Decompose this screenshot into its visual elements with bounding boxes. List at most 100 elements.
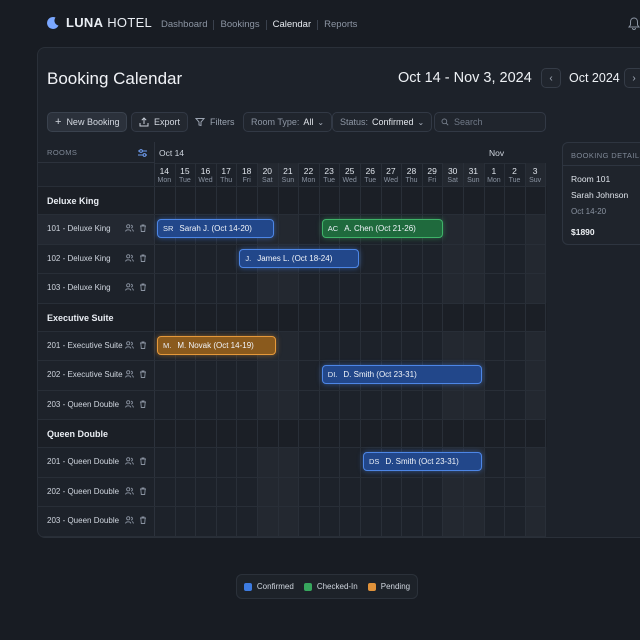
users-icon[interactable] [125,486,134,495]
day-header: 26 Tue [360,166,381,185]
trash-icon[interactable] [139,370,147,378]
room-label[interactable]: 101 - Deluxe King [47,224,111,233]
day-name: Thu [220,177,233,184]
room-label[interactable]: 102 - Deluxe King [47,254,111,263]
day-number: 25 [344,166,355,176]
bell-icon[interactable] [628,17,640,30]
day-header: 22 Mon [298,166,319,185]
trash-icon[interactable] [139,516,147,524]
nav-reports[interactable]: Reports [324,19,357,30]
export-button[interactable]: Export [131,112,189,132]
booking-bar[interactable]: M. M. Novak (Oct 14-19) [157,335,277,355]
status-select[interactable]: Status: Confirmed ⌄ [332,112,433,132]
search-icon [441,118,449,126]
day-number: 18 [241,166,252,176]
plus-icon: + [55,116,62,128]
day-name: Wed [342,177,357,184]
users-icon[interactable] [125,224,134,232]
day-name: Wed [198,177,213,184]
booking-bar[interactable]: AC A. Chen (Oct 21-26) [321,219,444,239]
day-header: 3 Suv [525,166,546,185]
room-label[interactable]: 201 - Executive Suite [47,341,123,350]
nav-divider [213,19,215,30]
users-icon[interactable] [125,283,134,291]
trash-icon[interactable] [139,400,147,408]
booking-bar[interactable]: DI. D. Smith (Oct 23-31) [321,365,483,385]
booking-bar[interactable]: J. James L. (Oct 18-24) [239,248,359,268]
trash-icon[interactable] [139,254,147,262]
room-actions [125,457,147,465]
weekend-column [442,163,463,537]
booking-label: M. Novak (Oct 14-19) [177,340,254,350]
day-name: Fri [428,177,437,184]
users-icon[interactable] [125,399,134,408]
room-type-select[interactable]: Room Type: All ⌄ [243,112,333,132]
booking-bar[interactable]: DS D. Smith (Oct 23-31) [363,452,483,472]
day-number: 20 [262,166,273,176]
users-icon[interactable] [125,516,134,524]
row-divider [38,419,546,420]
day-gridline [463,163,464,537]
trash-icon[interactable] [139,283,147,291]
room-label[interactable]: 203 - Queen Double [47,516,119,525]
grid-header-divider [154,163,546,164]
booking-label: James L. (Oct 18-24) [257,253,333,263]
day-name: Suv [529,177,542,184]
day-name: Sun [281,177,295,184]
room-type-label: Room Type: [251,117,300,127]
users-icon[interactable] [125,457,134,465]
nav-dashboard[interactable]: Dashboard [161,19,207,30]
row-divider [38,535,546,537]
trash-icon[interactable] [139,224,147,232]
room-label[interactable]: 203 - Queen Double [47,400,119,409]
guest-initials: AC [327,224,339,234]
month-label-nov: Nov [489,147,505,158]
prev-month-button[interactable]: ‹ [541,68,561,88]
day-number: 1 [491,166,497,176]
sliders-icon[interactable] [137,148,148,158]
users-icon[interactable] [125,370,134,378]
legend-label: Confirmed [256,582,294,591]
room-label[interactable]: 202 - Queen Double [47,487,119,496]
filters-button[interactable]: Filters [195,112,235,132]
trash-icon[interactable] [139,341,147,349]
status-value: Confirmed [372,117,414,127]
day-number: 26 [365,166,376,176]
day-header: 29 Fri [422,166,443,185]
rooms-header-label: ROOMS [47,147,78,157]
day-header: 18 Fri [236,166,257,185]
trash-icon[interactable] [139,457,147,465]
search-box[interactable] [434,112,546,132]
users-icon[interactable] [125,340,134,349]
booking-bar[interactable]: SR Sarah J. (Oct 14-20) [157,219,275,239]
room-label[interactable]: 201 - Queen Double [47,457,119,466]
day-number: 27 [386,166,396,176]
day-header: 21 Sun [278,166,299,185]
nav-bookings[interactable]: Bookings [220,19,259,30]
room-actions [125,486,147,495]
weekend-column [463,163,484,537]
legend-item-checked-in: Checked-In [303,582,358,591]
search-input[interactable] [454,117,539,127]
nav-calendar[interactable]: Calendar [273,19,312,30]
users-icon[interactable] [125,253,134,262]
logo[interactable]: LUNA HOTEL [46,15,152,30]
booking-label: D. Smith (Oct 23-31) [385,457,459,467]
trash-icon[interactable] [139,487,147,495]
next-month-button[interactable]: › [624,68,640,88]
divider [563,165,640,166]
room-group-label: Deluxe King [47,196,100,206]
chevron-right-icon: › [632,72,636,84]
weekend-column [524,163,546,537]
day-number: 17 [221,166,231,176]
weekend-column [277,163,299,537]
room-label[interactable]: 202 - Executive Suite [47,370,123,379]
row-divider [38,330,546,332]
day-number: 21 [283,166,293,176]
main-nav: Dashboard Bookings Calendar Reports [161,19,357,30]
new-booking-label: New Booking [66,117,120,127]
day-name: Tue [323,177,335,184]
new-booking-button[interactable]: + New Booking [47,112,128,132]
room-label[interactable]: 103 - Deluxe King [47,283,111,292]
day-header: 28 Thu [401,166,422,185]
